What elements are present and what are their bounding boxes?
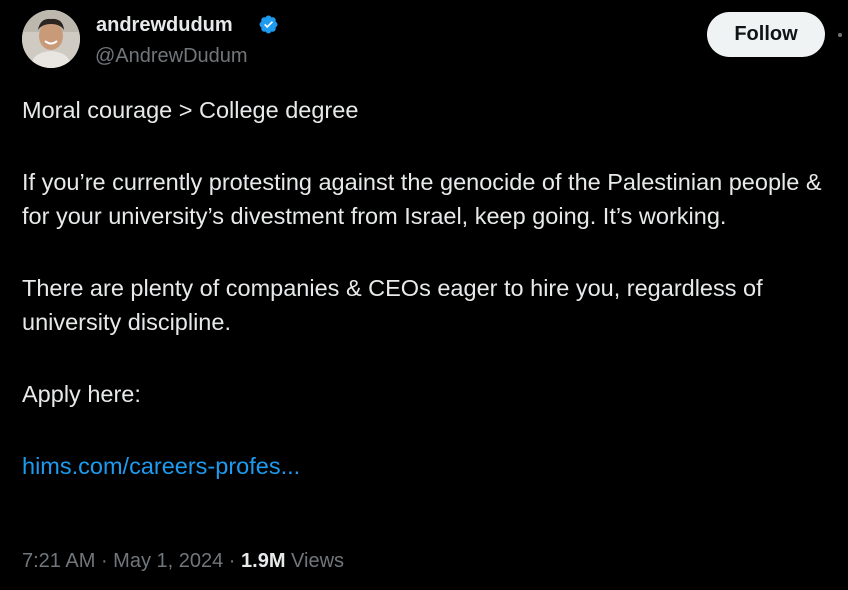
meta-separator: · (223, 550, 242, 572)
views-label: Views (285, 550, 345, 572)
tweet-meta: 7:21 AM · May 1, 2024 · 1.9M Views (22, 547, 344, 575)
meta-separator: · (95, 550, 114, 572)
tweet-text: Moral courage > College degree If you’re… (22, 93, 834, 483)
tweet-paragraph: Apply here: (22, 381, 141, 407)
views-count: 1.9M (241, 550, 286, 572)
tweet-date[interactable]: May 1, 2024 (113, 550, 223, 572)
follow-button[interactable]: Follow (707, 12, 825, 57)
tweet-time[interactable]: 7:21 AM (22, 550, 95, 572)
tweet-link[interactable]: hims.com/careers-profes... (22, 453, 300, 479)
verified-badge-icon (259, 15, 278, 34)
more-options-icon[interactable] (838, 33, 842, 37)
tweet-paragraph: There are plenty of companies & CEOs eag… (22, 275, 763, 335)
tweet-paragraph: Moral courage > College degree (22, 97, 359, 123)
author-handle[interactable]: @AndrewDudum (95, 44, 248, 68)
avatar[interactable] (22, 10, 80, 68)
author-display-name[interactable]: andrewdudum (96, 13, 233, 37)
tweet-paragraph: If you’re currently protesting against t… (22, 169, 822, 229)
